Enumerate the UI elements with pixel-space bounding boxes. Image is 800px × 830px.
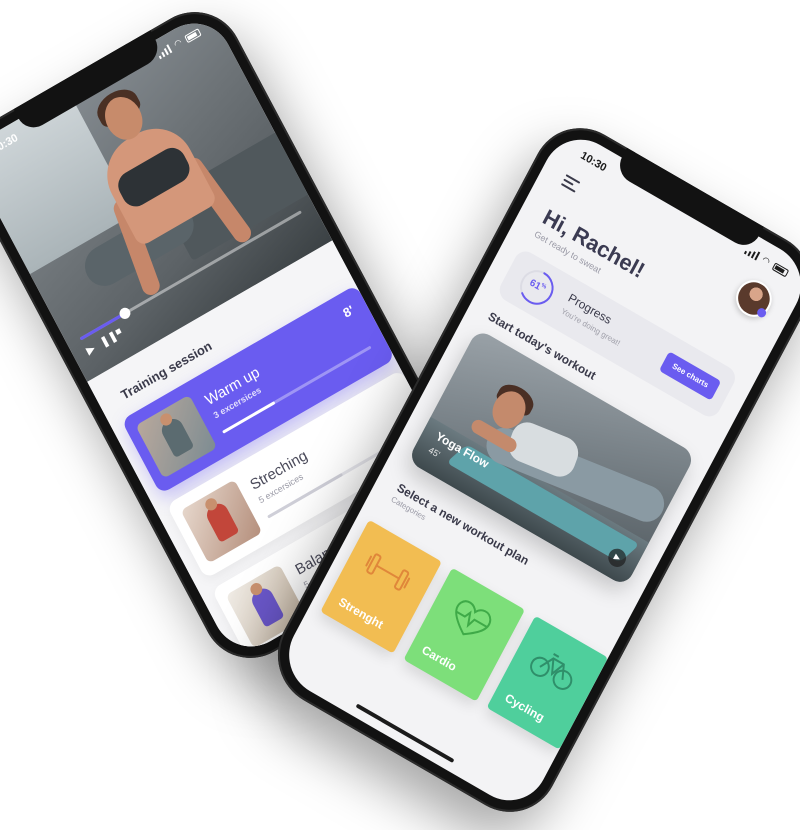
hamburger-menu-icon[interactable] xyxy=(560,174,581,193)
home-indicator xyxy=(355,703,455,764)
wifi-icon: ◠ xyxy=(760,254,772,267)
category-label: Cycling xyxy=(502,690,547,725)
signal-icon xyxy=(156,44,173,60)
see-charts-button[interactable]: See charts xyxy=(658,351,722,401)
category-label: Cardio xyxy=(419,642,459,675)
dumbbell-icon xyxy=(365,553,411,591)
category-label: Strenght xyxy=(336,594,386,632)
heart-rate-icon xyxy=(455,600,492,636)
signal-icon xyxy=(743,245,761,261)
session-thumbnail xyxy=(135,394,218,479)
session-duration: 8' xyxy=(340,302,357,321)
video-scrubber-knob[interactable] xyxy=(117,305,133,321)
play-icon[interactable]: ▶ xyxy=(84,342,97,357)
bicycle-icon xyxy=(530,653,573,690)
status-bar: 10:30 ◠ xyxy=(549,125,800,299)
battery-icon xyxy=(183,27,202,43)
wifi-icon: ◠ xyxy=(172,36,184,50)
battery-icon xyxy=(771,261,790,277)
status-time: 10:30 xyxy=(578,149,609,175)
session-thumbnail xyxy=(180,479,263,564)
